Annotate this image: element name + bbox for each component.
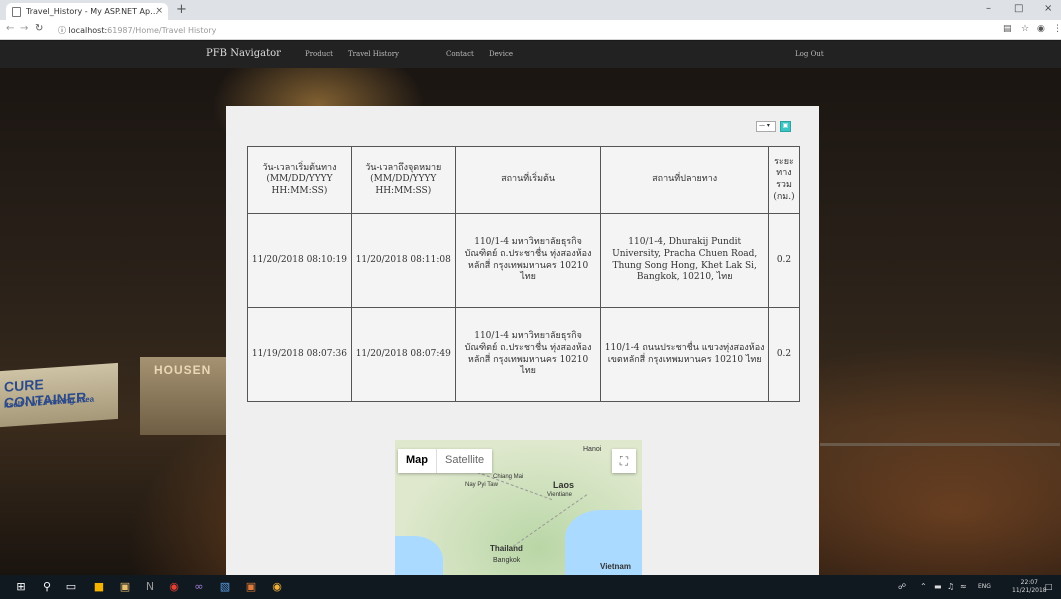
cell-start-place: 110/1-4 มหาวิทยาลัยธุรกิจบัณฑิตย์ ถ.ประช…	[454, 307, 602, 402]
bookmark-star-icon[interactable]: ☆	[1021, 24, 1029, 34]
fullscreen-icon[interactable]: ⛶	[612, 449, 636, 473]
cell-end-place: 110/1-4 ถนนประชาชื่น แขวงทุ่งสองห้อง เขต…	[600, 307, 769, 402]
back-arrow-icon[interactable]: ←	[6, 23, 14, 34]
new-tab-button[interactable]: +	[176, 2, 187, 17]
header-distance: ระยะทางรวม (กม.)	[767, 146, 801, 214]
page-background: CURE CONTAINER itself • WE Parking Area …	[0, 41, 1061, 575]
header-start-place: สถานที่เริ่มต้น	[454, 146, 602, 214]
cell-start-place: 110/1-4 มหาวิทยาลัยธุรกิจบัณฑิตย์ ถ.ประช…	[454, 213, 602, 308]
word-icon[interactable]: ▧	[218, 580, 232, 594]
filter-submit-button[interactable]: ▣	[780, 121, 791, 132]
header-end-place: สถานที่ปลายทาง	[600, 146, 769, 214]
travel-history-table: วัน-เวลาเริ่มต้นทาง (MM/DD/YYYY HH:MM:SS…	[247, 146, 801, 402]
task-view-icon[interactable]: ▭	[64, 580, 78, 594]
travel-history-card: — ▾ ▣ วัน-เวลาเริ่มต้นทาง (MM/DD/YYYY HH…	[226, 106, 819, 575]
chrome-icon[interactable]: ◉	[167, 580, 181, 594]
minimize-button[interactable]: –	[986, 3, 991, 14]
select-value: —	[759, 122, 765, 129]
tab-title: Travel_History - My ASP.NET Ap…	[26, 7, 159, 16]
browser-titlebar: Travel_History - My ASP.NET Ap… × + – □ …	[0, 0, 1061, 20]
cell-start-time: 11/20/2018 08:10:19	[247, 213, 352, 308]
filter-select[interactable]: — ▾	[756, 121, 776, 132]
url-host: localhost:	[68, 26, 108, 35]
reload-icon[interactable]: ↻	[35, 23, 43, 34]
browser-toolbar: ← → ↻ ⓘ localhost:61987/Home/Travel Hist…	[0, 20, 1061, 40]
cell-end-place: 110/1-4, Dhurakij Pundit University, Pra…	[600, 213, 769, 308]
windows-taskbar: ⊞ ⚲ ▭ ■ ▣ N ◉ ∞ ▧ ▣ ◉ ☍ ⌃ ▬ ♫ ≈ ENG 22:0…	[0, 575, 1061, 599]
nav-link-device[interactable]: Device	[489, 50, 513, 58]
table-header-row: วัน-เวลาเริ่มต้นทาง (MM/DD/YYYY HH:MM:SS…	[247, 146, 801, 214]
map-label-vietnam: Vietnam	[600, 562, 631, 571]
info-icon: ⓘ	[58, 26, 69, 35]
nav-link-contact[interactable]: Contact	[446, 50, 474, 58]
page-icon	[12, 7, 21, 17]
header-start-time: วัน-เวลาเริ่มต้นทาง (MM/DD/YYYY HH:MM:SS…	[247, 146, 352, 214]
cell-distance: 0.2	[767, 307, 801, 402]
notifications-icon[interactable]: □	[1045, 582, 1053, 591]
maximize-button[interactable]: □	[1014, 3, 1023, 14]
map-label-naypyitaw: Nay Pyi Taw	[465, 482, 498, 488]
cell-start-time: 11/19/2018 08:07:36	[247, 307, 352, 402]
satellite-view-button[interactable]: Satellite	[436, 449, 492, 473]
translate-icon[interactable]: ▤	[1003, 24, 1012, 34]
wifi-icon[interactable]: ≈	[960, 582, 967, 591]
network-icon[interactable]: ☍	[898, 582, 906, 591]
input-language[interactable]: ENG	[978, 583, 991, 590]
map-label-thailand: Thailand	[490, 544, 523, 553]
site-navbar: PFB Navigator Product Travel History Con…	[0, 41, 1061, 68]
building-sign-text: HOUSEN	[154, 363, 212, 377]
cell-end-time: 11/20/2018 08:07:49	[350, 307, 456, 402]
table-row: 11/20/2018 08:10:19 11/20/2018 08:11:08 …	[247, 213, 801, 308]
road-line	[820, 443, 1060, 446]
file-explorer-icon[interactable]: ▣	[118, 580, 132, 594]
address-bar[interactable]: ⓘ localhost:61987/Home/Travel History	[58, 23, 458, 37]
map-label-laos: Laos	[553, 480, 575, 490]
onenote-icon[interactable]: N	[143, 580, 157, 594]
table-row: 11/19/2018 08:07:36 11/20/2018 08:07:49 …	[247, 307, 801, 402]
google-map[interactable]: Hanoi Laos Vientiane Nay Pyi Taw Chiang …	[395, 440, 642, 575]
map-label-vientiane: Vientiane	[547, 492, 572, 498]
profile-icon[interactable]: ◉	[1037, 24, 1045, 34]
system-clock[interactable]: 22:07 11/21/2018	[1012, 579, 1047, 595]
cell-end-time: 11/20/2018 08:11:08	[350, 213, 456, 308]
volume-icon[interactable]: ♫	[947, 582, 954, 591]
background-container-sign: CURE CONTAINER itself • WE Parking Area	[0, 362, 118, 428]
url-path: 61987/Home/Travel History	[107, 26, 217, 35]
forward-arrow-icon[interactable]: →	[20, 23, 28, 34]
nav-link-product[interactable]: Product	[305, 50, 333, 58]
map-label-chiangmai: Chiang Mai	[493, 474, 524, 480]
browser-tab[interactable]: Travel_History - My ASP.NET Ap… ×	[6, 3, 168, 20]
header-end-time: วัน-เวลาถึงจุดหมาย (MM/DD/YYYY HH:MM:SS)	[350, 146, 456, 214]
app-icon[interactable]: ■	[92, 580, 106, 594]
cell-distance: 0.2	[767, 213, 801, 308]
menu-icon[interactable]: ⋮	[1053, 24, 1061, 34]
chrome-canary-icon[interactable]: ◉	[270, 580, 284, 594]
map-type-control: Map Satellite	[398, 449, 493, 473]
map-view-button[interactable]: Map	[398, 449, 436, 473]
close-window-button[interactable]: ×	[1044, 3, 1052, 14]
map-sea-west	[395, 536, 443, 575]
clock-date: 11/21/2018	[1012, 587, 1047, 594]
chevron-down-icon: ▾	[766, 122, 770, 129]
map-label-hanoi: Hanoi	[583, 446, 602, 453]
brand-link[interactable]: PFB Navigator	[206, 48, 281, 59]
office-icon[interactable]: ▣	[244, 580, 258, 594]
show-hidden-icon[interactable]: ⌃	[920, 582, 927, 591]
close-tab-icon[interactable]: ×	[155, 6, 163, 16]
nav-link-travel-history[interactable]: Travel History	[348, 50, 399, 58]
map-label-bangkok: Bangkok	[493, 557, 521, 564]
clock-time: 22:07	[1020, 579, 1038, 586]
logout-link[interactable]: Log Out	[795, 50, 824, 58]
windows-start-icon[interactable]: ⊞	[14, 580, 28, 594]
battery-icon[interactable]: ▬	[934, 582, 942, 591]
visual-studio-icon[interactable]: ∞	[192, 580, 206, 594]
search-icon[interactable]: ⚲	[40, 580, 54, 594]
